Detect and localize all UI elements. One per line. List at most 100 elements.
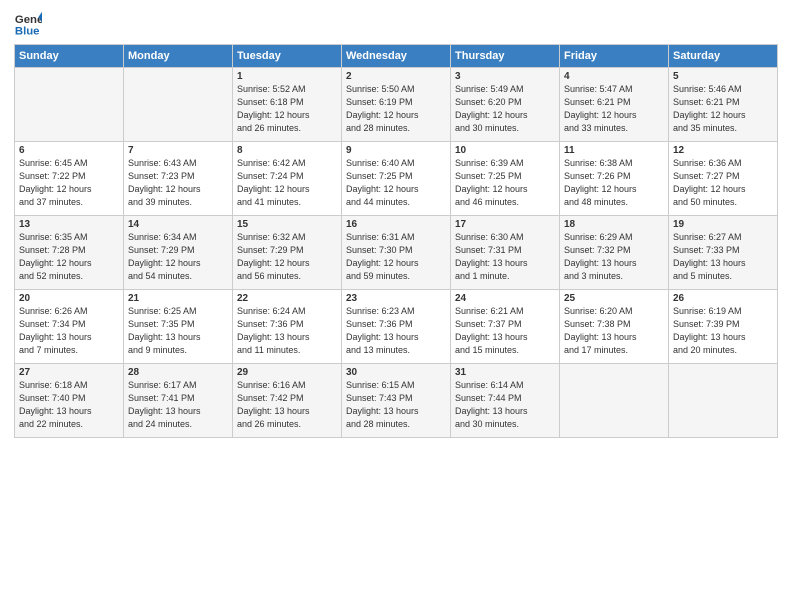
calendar-cell: 20Sunrise: 6:26 AMSunset: 7:34 PMDayligh… [15, 290, 124, 364]
calendar-cell: 19Sunrise: 6:27 AMSunset: 7:33 PMDayligh… [669, 216, 778, 290]
calendar-week-row: 20Sunrise: 6:26 AMSunset: 7:34 PMDayligh… [15, 290, 778, 364]
calendar-cell [669, 364, 778, 438]
calendar-cell: 8Sunrise: 6:42 AMSunset: 7:24 PMDaylight… [233, 142, 342, 216]
day-info: Sunrise: 6:35 AMSunset: 7:28 PMDaylight:… [19, 231, 119, 283]
weekday-header-wednesday: Wednesday [342, 45, 451, 68]
calendar-cell [15, 68, 124, 142]
calendar-cell: 7Sunrise: 6:43 AMSunset: 7:23 PMDaylight… [124, 142, 233, 216]
day-info: Sunrise: 5:47 AMSunset: 6:21 PMDaylight:… [564, 83, 664, 135]
weekday-header-tuesday: Tuesday [233, 45, 342, 68]
calendar-cell: 23Sunrise: 6:23 AMSunset: 7:36 PMDayligh… [342, 290, 451, 364]
day-info: Sunrise: 5:46 AMSunset: 6:21 PMDaylight:… [673, 83, 773, 135]
calendar-cell: 16Sunrise: 6:31 AMSunset: 7:30 PMDayligh… [342, 216, 451, 290]
day-info: Sunrise: 6:16 AMSunset: 7:42 PMDaylight:… [237, 379, 337, 431]
calendar-cell: 2Sunrise: 5:50 AMSunset: 6:19 PMDaylight… [342, 68, 451, 142]
day-number: 8 [237, 145, 337, 156]
page: General Blue SundayMondayTuesdayWednesda… [0, 0, 792, 612]
logo-icon: General Blue [14, 10, 42, 38]
day-number: 1 [237, 71, 337, 82]
day-number: 4 [564, 71, 664, 82]
day-info: Sunrise: 6:23 AMSunset: 7:36 PMDaylight:… [346, 305, 446, 357]
day-number: 21 [128, 293, 228, 304]
day-info: Sunrise: 6:17 AMSunset: 7:41 PMDaylight:… [128, 379, 228, 431]
calendar-week-row: 1Sunrise: 5:52 AMSunset: 6:18 PMDaylight… [15, 68, 778, 142]
weekday-header-row: SundayMondayTuesdayWednesdayThursdayFrid… [15, 45, 778, 68]
day-info: Sunrise: 5:52 AMSunset: 6:18 PMDaylight:… [237, 83, 337, 135]
weekday-header-monday: Monday [124, 45, 233, 68]
calendar-cell: 14Sunrise: 6:34 AMSunset: 7:29 PMDayligh… [124, 216, 233, 290]
calendar-cell [124, 68, 233, 142]
calendar-cell: 31Sunrise: 6:14 AMSunset: 7:44 PMDayligh… [451, 364, 560, 438]
svg-text:General: General [15, 14, 42, 26]
day-info: Sunrise: 6:29 AMSunset: 7:32 PMDaylight:… [564, 231, 664, 283]
day-info: Sunrise: 6:27 AMSunset: 7:33 PMDaylight:… [673, 231, 773, 283]
day-number: 29 [237, 367, 337, 378]
calendar-cell: 13Sunrise: 6:35 AMSunset: 7:28 PMDayligh… [15, 216, 124, 290]
calendar-week-row: 27Sunrise: 6:18 AMSunset: 7:40 PMDayligh… [15, 364, 778, 438]
calendar-cell [560, 364, 669, 438]
day-info: Sunrise: 6:19 AMSunset: 7:39 PMDaylight:… [673, 305, 773, 357]
calendar-cell: 27Sunrise: 6:18 AMSunset: 7:40 PMDayligh… [15, 364, 124, 438]
calendar-cell: 4Sunrise: 5:47 AMSunset: 6:21 PMDaylight… [560, 68, 669, 142]
day-info: Sunrise: 6:32 AMSunset: 7:29 PMDaylight:… [237, 231, 337, 283]
calendar-cell: 6Sunrise: 6:45 AMSunset: 7:22 PMDaylight… [15, 142, 124, 216]
day-number: 15 [237, 219, 337, 230]
day-info: Sunrise: 5:49 AMSunset: 6:20 PMDaylight:… [455, 83, 555, 135]
day-number: 3 [455, 71, 555, 82]
day-number: 24 [455, 293, 555, 304]
day-info: Sunrise: 6:34 AMSunset: 7:29 PMDaylight:… [128, 231, 228, 283]
calendar-cell: 11Sunrise: 6:38 AMSunset: 7:26 PMDayligh… [560, 142, 669, 216]
day-info: Sunrise: 6:26 AMSunset: 7:34 PMDaylight:… [19, 305, 119, 357]
calendar-cell: 10Sunrise: 6:39 AMSunset: 7:25 PMDayligh… [451, 142, 560, 216]
calendar-cell: 9Sunrise: 6:40 AMSunset: 7:25 PMDaylight… [342, 142, 451, 216]
day-number: 17 [455, 219, 555, 230]
day-number: 10 [455, 145, 555, 156]
day-number: 27 [19, 367, 119, 378]
weekday-header-sunday: Sunday [15, 45, 124, 68]
day-number: 11 [564, 145, 664, 156]
day-info: Sunrise: 6:21 AMSunset: 7:37 PMDaylight:… [455, 305, 555, 357]
day-number: 7 [128, 145, 228, 156]
day-number: 19 [673, 219, 773, 230]
day-number: 2 [346, 71, 446, 82]
calendar-cell: 24Sunrise: 6:21 AMSunset: 7:37 PMDayligh… [451, 290, 560, 364]
day-info: Sunrise: 6:38 AMSunset: 7:26 PMDaylight:… [564, 157, 664, 209]
day-info: Sunrise: 6:30 AMSunset: 7:31 PMDaylight:… [455, 231, 555, 283]
calendar-cell: 29Sunrise: 6:16 AMSunset: 7:42 PMDayligh… [233, 364, 342, 438]
calendar-cell: 28Sunrise: 6:17 AMSunset: 7:41 PMDayligh… [124, 364, 233, 438]
day-info: Sunrise: 6:14 AMSunset: 7:44 PMDaylight:… [455, 379, 555, 431]
day-info: Sunrise: 6:25 AMSunset: 7:35 PMDaylight:… [128, 305, 228, 357]
day-number: 25 [564, 293, 664, 304]
calendar-cell: 17Sunrise: 6:30 AMSunset: 7:31 PMDayligh… [451, 216, 560, 290]
day-info: Sunrise: 6:24 AMSunset: 7:36 PMDaylight:… [237, 305, 337, 357]
calendar-table: SundayMondayTuesdayWednesdayThursdayFrid… [14, 44, 778, 438]
day-number: 20 [19, 293, 119, 304]
day-number: 13 [19, 219, 119, 230]
calendar-cell: 30Sunrise: 6:15 AMSunset: 7:43 PMDayligh… [342, 364, 451, 438]
day-number: 23 [346, 293, 446, 304]
logo: General Blue [14, 10, 42, 38]
day-info: Sunrise: 6:42 AMSunset: 7:24 PMDaylight:… [237, 157, 337, 209]
day-number: 14 [128, 219, 228, 230]
calendar-cell: 12Sunrise: 6:36 AMSunset: 7:27 PMDayligh… [669, 142, 778, 216]
calendar-cell: 22Sunrise: 6:24 AMSunset: 7:36 PMDayligh… [233, 290, 342, 364]
day-number: 28 [128, 367, 228, 378]
day-number: 22 [237, 293, 337, 304]
day-info: Sunrise: 6:15 AMSunset: 7:43 PMDaylight:… [346, 379, 446, 431]
header: General Blue [14, 10, 778, 38]
weekday-header-saturday: Saturday [669, 45, 778, 68]
day-info: Sunrise: 6:20 AMSunset: 7:38 PMDaylight:… [564, 305, 664, 357]
calendar-cell: 21Sunrise: 6:25 AMSunset: 7:35 PMDayligh… [124, 290, 233, 364]
calendar-week-row: 13Sunrise: 6:35 AMSunset: 7:28 PMDayligh… [15, 216, 778, 290]
weekday-header-thursday: Thursday [451, 45, 560, 68]
calendar-cell: 5Sunrise: 5:46 AMSunset: 6:21 PMDaylight… [669, 68, 778, 142]
day-number: 5 [673, 71, 773, 82]
day-number: 12 [673, 145, 773, 156]
calendar-cell: 18Sunrise: 6:29 AMSunset: 7:32 PMDayligh… [560, 216, 669, 290]
calendar-cell: 3Sunrise: 5:49 AMSunset: 6:20 PMDaylight… [451, 68, 560, 142]
day-number: 16 [346, 219, 446, 230]
day-number: 30 [346, 367, 446, 378]
day-number: 26 [673, 293, 773, 304]
day-info: Sunrise: 6:31 AMSunset: 7:30 PMDaylight:… [346, 231, 446, 283]
day-info: Sunrise: 6:18 AMSunset: 7:40 PMDaylight:… [19, 379, 119, 431]
